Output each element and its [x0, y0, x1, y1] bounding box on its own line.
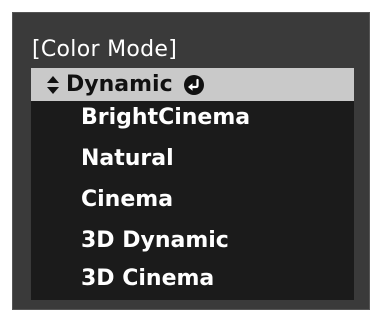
list-item-3d-dynamic[interactable]: 3D Dynamic	[31, 224, 354, 257]
color-mode-panel: [Color Mode] Dynamic BrightCinema Natura…	[12, 12, 370, 310]
menu-title: [Color Mode]	[32, 37, 178, 62]
up-down-arrows-icon	[46, 68, 66, 95]
list-item-selected[interactable]: Dynamic	[31, 68, 354, 101]
list-item-3d-cinema[interactable]: 3D Cinema	[31, 262, 354, 295]
list-item-brightcinema[interactable]: BrightCinema	[31, 101, 354, 134]
list-item-cinema[interactable]: Cinema	[31, 183, 354, 216]
list-item-natural[interactable]: Natural	[31, 142, 354, 175]
selected-label: Dynamic	[66, 72, 173, 97]
enter-return-icon	[183, 68, 205, 96]
color-mode-list: Dynamic BrightCinema Natural Cinema 3D D…	[31, 68, 354, 300]
